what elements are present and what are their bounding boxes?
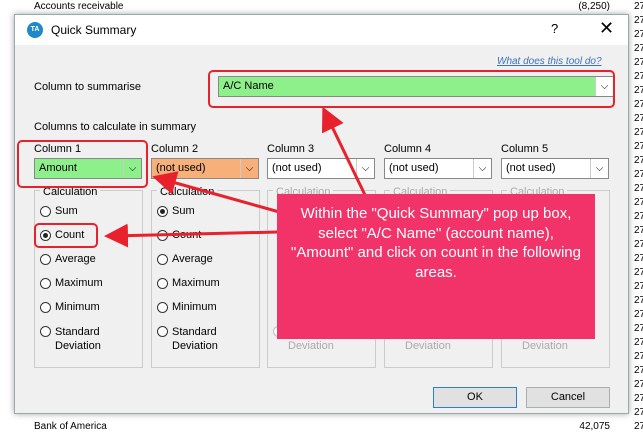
arrow-to-count — [104, 223, 279, 248]
arrow-to-summarise — [322, 106, 367, 196]
arrow-to-column1 — [152, 171, 284, 215]
annotation-callout: Within the "Quick Summary" pop up box, s… — [277, 194, 595, 339]
